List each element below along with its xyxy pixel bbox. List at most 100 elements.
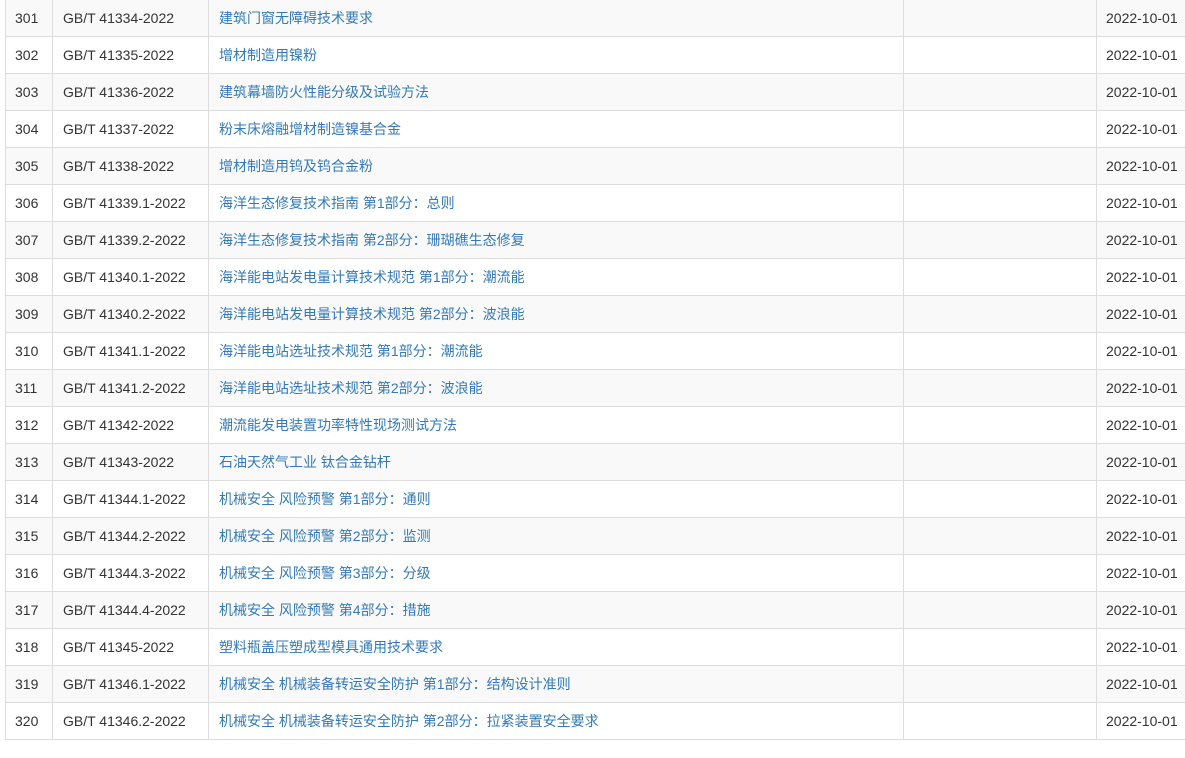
- row-number-cell: 301: [5, 0, 53, 37]
- empty-cell: [903, 147, 1097, 185]
- implementation-date-cell: 2022-10-01: [1096, 369, 1185, 407]
- empty-cell: [903, 554, 1097, 592]
- standard-title-cell: 机械安全 风险预警 第1部分：通则: [208, 480, 904, 518]
- table-row: 314 GB/T 41344.1-2022 机械安全 风险预警 第1部分：通则 202…: [5, 480, 1185, 518]
- empty-cell: [903, 628, 1097, 666]
- row-number-cell: 319: [5, 665, 53, 703]
- implementation-date-cell: 2022-10-01: [1096, 221, 1185, 259]
- standard-title-cell: 海洋能电站选址技术规范 第2部分：波浪能: [208, 369, 904, 407]
- table-row: 316 GB/T 41344.3-2022 机械安全 风险预警 第3部分：分级 202…: [5, 554, 1185, 592]
- standard-code-cell: GB/T 41343-2022: [52, 443, 209, 481]
- table-row: 312 GB/T 41342-2022 潮流能发电装置功率特性现场测试方法 2022-…: [5, 406, 1185, 444]
- table-row: 320 GB/T 41346.2-2022 机械安全 机械装备转运安全防护 第2部分…: [5, 702, 1185, 740]
- row-number-cell: 310: [5, 332, 53, 370]
- table-row: 315 GB/T 41344.2-2022 机械安全 风险预警 第2部分：监测 202…: [5, 517, 1185, 555]
- standards-table: 301 GB/T 41334-2022 建筑门窗无障碍技术要求 2022-10-01 3…: [5, 0, 1185, 740]
- row-number-cell: 305: [5, 147, 53, 185]
- standard-code-cell: GB/T 41339.2-2022: [52, 221, 209, 259]
- implementation-date-cell: 2022-10-01: [1096, 184, 1185, 222]
- standard-code-cell: GB/T 41344.3-2022: [52, 554, 209, 592]
- standard-code-cell: GB/T 41346.1-2022: [52, 665, 209, 703]
- empty-cell: [903, 702, 1097, 740]
- standard-title-link[interactable]: 潮流能发电装置功率特性现场测试方法: [219, 417, 457, 433]
- table-row: 310 GB/T 41341.1-2022 海洋能电站选址技术规范 第1部分：潮流能…: [5, 332, 1185, 370]
- implementation-date-cell: 2022-10-01: [1096, 332, 1185, 370]
- standard-title-cell: 石油天然气工业 钛合金钻杆: [208, 443, 904, 481]
- row-number-cell: 307: [5, 221, 53, 259]
- standard-title-link[interactable]: 石油天然气工业 钛合金钻杆: [219, 454, 391, 470]
- standard-title-link[interactable]: 机械安全 风险预警 第3部分：分级: [219, 565, 431, 581]
- empty-cell: [903, 591, 1097, 629]
- implementation-date-cell: 2022-10-01: [1096, 665, 1185, 703]
- standard-title-link[interactable]: 建筑幕墙防火性能分级及试验方法: [219, 84, 429, 100]
- empty-cell: [903, 295, 1097, 333]
- standard-title-link[interactable]: 海洋生态修复技术指南 第2部分：珊瑚礁生态修复: [219, 232, 525, 248]
- standard-title-link[interactable]: 塑料瓶盖压塑成型模具通用技术要求: [219, 639, 443, 655]
- implementation-date-cell: 2022-10-01: [1096, 36, 1185, 74]
- row-number-cell: 320: [5, 702, 53, 740]
- standard-code-cell: GB/T 41340.2-2022: [52, 295, 209, 333]
- standard-title-link[interactable]: 海洋能电站选址技术规范 第2部分：波浪能: [219, 380, 483, 396]
- empty-cell: [903, 443, 1097, 481]
- standard-title-cell: 增材制造用镍粉: [208, 36, 904, 74]
- standard-title-link[interactable]: 海洋能电站选址技术规范 第1部分：潮流能: [219, 343, 483, 359]
- row-number-cell: 315: [5, 517, 53, 555]
- standard-title-cell: 机械安全 风险预警 第3部分：分级: [208, 554, 904, 592]
- row-number-cell: 318: [5, 628, 53, 666]
- standard-code-cell: GB/T 41346.2-2022: [52, 702, 209, 740]
- table-row: 302 GB/T 41335-2022 增材制造用镍粉 2022-10-01: [5, 36, 1185, 74]
- standard-code-cell: GB/T 41338-2022: [52, 147, 209, 185]
- table-row: 305 GB/T 41338-2022 增材制造用钨及钨合金粉 2022-10-01: [5, 147, 1185, 185]
- standard-title-link[interactable]: 海洋能电站发电量计算技术规范 第2部分：波浪能: [219, 306, 525, 322]
- standard-title-link[interactable]: 增材制造用钨及钨合金粉: [219, 158, 373, 174]
- implementation-date-cell: 2022-10-01: [1096, 702, 1185, 740]
- standard-title-cell: 海洋能电站发电量计算技术规范 第2部分：波浪能: [208, 295, 904, 333]
- empty-cell: [903, 665, 1097, 703]
- standard-title-link[interactable]: 海洋能电站发电量计算技术规范 第1部分：潮流能: [219, 269, 525, 285]
- standard-title-link[interactable]: 机械安全 风险预警 第2部分：监测: [219, 528, 431, 544]
- standard-code-cell: GB/T 41339.1-2022: [52, 184, 209, 222]
- implementation-date-cell: 2022-10-01: [1096, 147, 1185, 185]
- implementation-date-cell: 2022-10-01: [1096, 554, 1185, 592]
- standard-title-cell: 机械安全 机械装备转运安全防护 第2部分：拉紧装置安全要求: [208, 702, 904, 740]
- row-number-cell: 316: [5, 554, 53, 592]
- standard-title-link[interactable]: 增材制造用镍粉: [219, 47, 317, 63]
- standard-title-link[interactable]: 机械安全 机械装备转运安全防护 第1部分：结构设计准则: [219, 676, 571, 692]
- standard-title-link[interactable]: 机械安全 风险预警 第4部分：措施: [219, 602, 431, 618]
- standard-code-cell: GB/T 41334-2022: [52, 0, 209, 37]
- standard-title-link[interactable]: 粉末床熔融增材制造镍基合金: [219, 121, 401, 137]
- standard-title-link[interactable]: 建筑门窗无障碍技术要求: [219, 10, 373, 26]
- empty-cell: [903, 73, 1097, 111]
- table-row: 313 GB/T 41343-2022 石油天然气工业 钛合金钻杆 2022-10-0…: [5, 443, 1185, 481]
- row-number-cell: 313: [5, 443, 53, 481]
- standard-title-cell: 机械安全 风险预警 第2部分：监测: [208, 517, 904, 555]
- row-number-cell: 311: [5, 369, 53, 407]
- standard-code-cell: GB/T 41341.2-2022: [52, 369, 209, 407]
- standard-title-cell: 增材制造用钨及钨合金粉: [208, 147, 904, 185]
- table-row: 311 GB/T 41341.2-2022 海洋能电站选址技术规范 第2部分：波浪能…: [5, 369, 1185, 407]
- standard-code-cell: GB/T 41344.1-2022: [52, 480, 209, 518]
- implementation-date-cell: 2022-10-01: [1096, 110, 1185, 148]
- standard-title-link[interactable]: 机械安全 机械装备转运安全防护 第2部分：拉紧装置安全要求: [219, 713, 599, 729]
- standard-code-cell: GB/T 41340.1-2022: [52, 258, 209, 296]
- standard-title-link[interactable]: 机械安全 风险预警 第1部分：通则: [219, 491, 431, 507]
- standard-title-link[interactable]: 海洋生态修复技术指南 第1部分：总则: [219, 195, 455, 211]
- row-number-cell: 312: [5, 406, 53, 444]
- table-row: 304 GB/T 41337-2022 粉末床熔融增材制造镍基合金 2022-10-0…: [5, 110, 1185, 148]
- table-row: 308 GB/T 41340.1-2022 海洋能电站发电量计算技术规范 第1部分：…: [5, 258, 1185, 296]
- standard-title-cell: 潮流能发电装置功率特性现场测试方法: [208, 406, 904, 444]
- standard-code-cell: GB/T 41336-2022: [52, 73, 209, 111]
- table-row: 303 GB/T 41336-2022 建筑幕墙防火性能分级及试验方法 2022-10…: [5, 73, 1185, 111]
- empty-cell: [903, 258, 1097, 296]
- standard-code-cell: GB/T 41344.2-2022: [52, 517, 209, 555]
- row-number-cell: 309: [5, 295, 53, 333]
- empty-cell: [903, 517, 1097, 555]
- empty-cell: [903, 36, 1097, 74]
- implementation-date-cell: 2022-10-01: [1096, 628, 1185, 666]
- implementation-date-cell: 2022-10-01: [1096, 443, 1185, 481]
- implementation-date-cell: 2022-10-01: [1096, 258, 1185, 296]
- standard-code-cell: GB/T 41341.1-2022: [52, 332, 209, 370]
- row-number-cell: 304: [5, 110, 53, 148]
- standard-code-cell: GB/T 41335-2022: [52, 36, 209, 74]
- implementation-date-cell: 2022-10-01: [1096, 295, 1185, 333]
